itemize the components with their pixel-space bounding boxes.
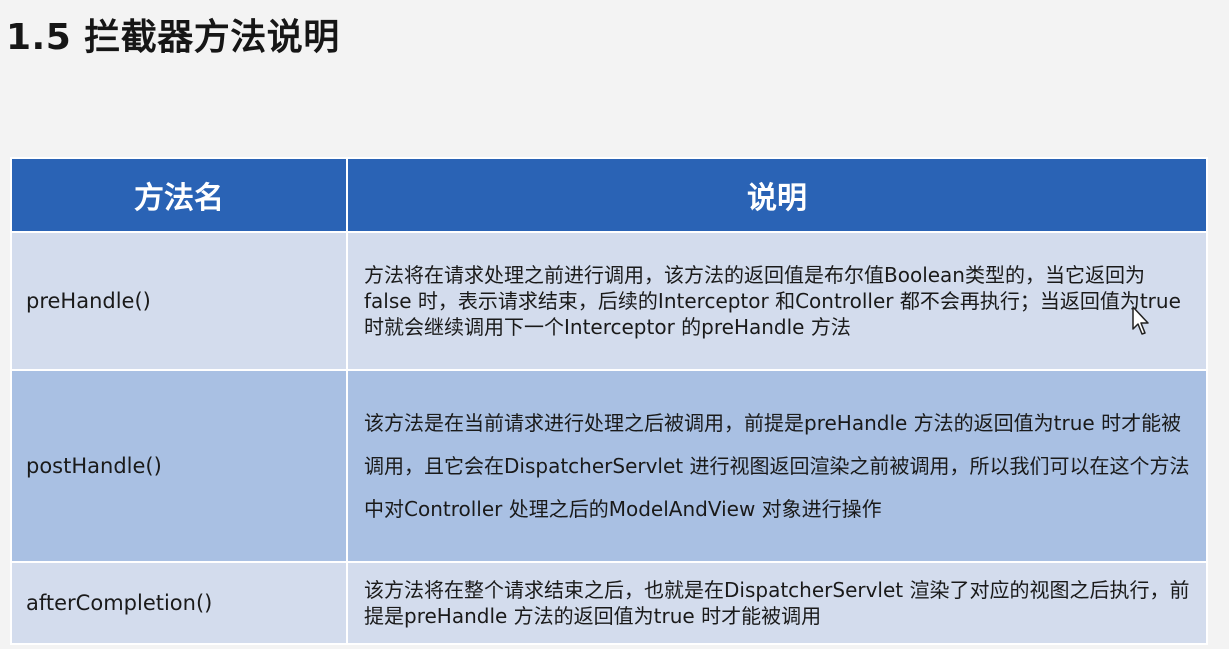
slide-title: 1.5 拦截器方法说明 [6, 17, 340, 58]
header-description: 说明 [346, 157, 1208, 233]
table-row: postHandle() 该方法是在当前请求进行处理之后被调用，前提是preHa… [10, 369, 1208, 563]
methods-table-container: 方法名 说明 preHandle() 方法将在请求处理之前进行调用，该方法的返回… [10, 157, 1208, 645]
table-header-row: 方法名 说明 [10, 157, 1208, 233]
methods-table: 方法名 说明 preHandle() 方法将在请求处理之前进行调用，该方法的返回… [10, 157, 1208, 645]
method-cell: afterCompletion() [10, 561, 348, 645]
header-method-name: 方法名 [10, 157, 348, 233]
description-cell: 该方法将在整个请求结束之后，也就是在DispatcherServlet 渲染了对… [346, 561, 1208, 645]
table-row: afterCompletion() 该方法将在整个请求结束之后，也就是在Disp… [10, 561, 1208, 645]
description-cell: 该方法是在当前请求进行处理之后被调用，前提是preHandle 方法的返回值为t… [346, 369, 1208, 563]
description-cell: 方法将在请求处理之前进行调用，该方法的返回值是布尔值Boolean类型的，当它返… [346, 231, 1208, 371]
method-cell: preHandle() [10, 231, 348, 371]
method-cell: postHandle() [10, 369, 348, 563]
mouse-pointer-icon [1132, 306, 1149, 335]
table-row: preHandle() 方法将在请求处理之前进行调用，该方法的返回值是布尔值Bo… [10, 231, 1208, 371]
